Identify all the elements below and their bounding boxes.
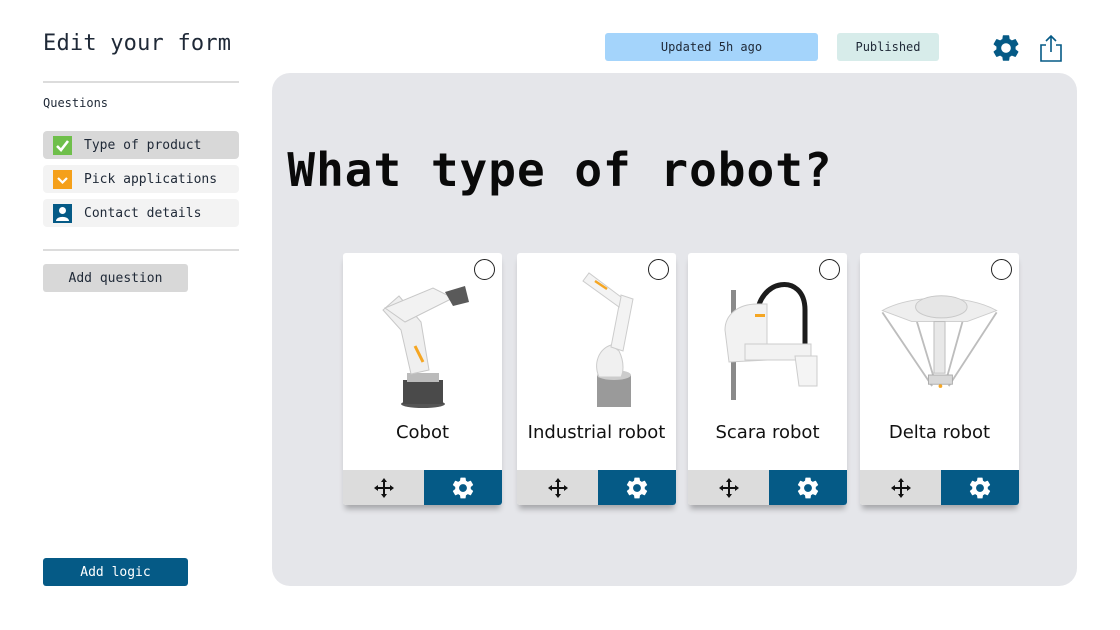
option-settings-button[interactable] — [598, 470, 676, 505]
move-handle[interactable] — [517, 470, 599, 505]
move-handle[interactable] — [343, 470, 425, 505]
move-handle[interactable] — [860, 470, 942, 505]
move-icon — [547, 477, 568, 498]
option-label: Scara robot — [715, 422, 820, 443]
option-settings-button[interactable] — [769, 470, 847, 505]
option-card-industrial-robot[interactable]: Industrial robot — [517, 253, 676, 505]
page-title: Edit your form — [43, 31, 232, 56]
add-question-button[interactable]: Add question — [43, 264, 188, 292]
option-card-cobot[interactable]: Cobot — [343, 253, 502, 505]
scara-robot-image — [703, 267, 832, 412]
sidebar-item-label: Contact details — [84, 205, 202, 221]
option-settings-button[interactable] — [424, 470, 502, 505]
move-icon — [718, 477, 739, 498]
gear-icon — [626, 477, 648, 498]
option-label: Delta robot — [888, 422, 991, 443]
move-icon — [890, 477, 911, 498]
gear-icon — [797, 477, 819, 498]
user-icon — [53, 203, 72, 223]
sidebar-item-contact-details[interactable]: Contact details — [43, 199, 239, 227]
move-icon — [373, 477, 394, 498]
questions-label: Questions — [43, 96, 109, 110]
option-card-delta-robot[interactable]: Delta robot — [860, 253, 1019, 505]
option-settings-button[interactable] — [941, 470, 1019, 505]
move-handle[interactable] — [688, 470, 770, 505]
cobot-image — [358, 267, 487, 412]
gear-icon — [993, 35, 1019, 61]
sidebar-divider — [43, 249, 239, 251]
gear-icon — [452, 477, 474, 498]
option-label: Industrial robot — [527, 422, 666, 443]
share-button[interactable] — [1034, 31, 1068, 65]
industrial-robot-image — [532, 267, 661, 412]
status-badge[interactable]: Published — [837, 33, 939, 61]
gear-icon — [969, 477, 991, 498]
option-card-scara-robot[interactable]: Scara robot — [688, 253, 847, 505]
question-title[interactable]: What type of robot? — [0, 143, 1120, 197]
settings-button[interactable] — [989, 31, 1023, 65]
updated-badge: Updated 5h ago — [605, 33, 818, 61]
share-icon — [1040, 34, 1062, 62]
add-logic-button[interactable]: Add logic — [43, 558, 188, 586]
sidebar-divider — [43, 81, 239, 83]
option-label: Cobot — [395, 422, 450, 443]
delta-robot-image — [875, 267, 1004, 412]
